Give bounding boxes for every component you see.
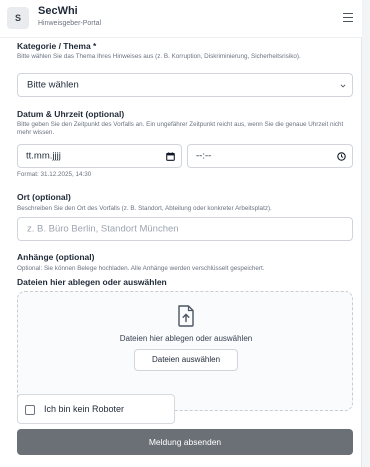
- choose-files-button[interactable]: Dateien auswählen: [134, 349, 238, 371]
- datetime-format-hint: Format: 31.12.2025, 14:30: [17, 171, 92, 178]
- brand-subtitle: Hinweisgeber-Portal: [38, 20, 102, 27]
- time-input[interactable]: --:--: [187, 144, 353, 168]
- category-label: Kategorie / Thema *: [17, 41, 97, 51]
- hamburger-menu-icon[interactable]: [343, 13, 353, 22]
- file-upload-icon: [178, 305, 194, 327]
- category-select[interactable]: Bitte wählen: [17, 73, 353, 97]
- chevron-down-icon: [340, 84, 346, 88]
- calendar-icon[interactable]: [166, 152, 175, 161]
- attachments-hint: Optional: Sie können Belege hochladen. A…: [17, 265, 265, 272]
- page: S SecWhi Hinweisgeber-Portal Kategorie /…: [0, 0, 362, 467]
- file-dropzone[interactable]: Dateien hier ablegen oder auswählen Date…: [17, 291, 353, 411]
- captcha-box: Ich bin kein Roboter: [17, 394, 175, 424]
- logo: S: [7, 7, 29, 29]
- dropzone-text: Dateien hier ablegen oder auswählen: [119, 334, 253, 343]
- location-placeholder: z. B. Büro Berlin, Standort München: [27, 223, 179, 235]
- category-select-value: Bitte wählen: [27, 79, 79, 91]
- attachments-sublabel: Dateien hier ablegen oder auswählen: [17, 277, 167, 287]
- app-header: S SecWhi Hinweisgeber-Portal: [0, 0, 362, 38]
- brand-title: SecWhi: [38, 5, 78, 17]
- location-hint: Beschreiben Sie den Ort des Vorfalls (z.…: [17, 205, 272, 212]
- category-hint: Bitte wählen Sie das Thema Ihres Hinweis…: [17, 53, 301, 60]
- captcha-checkbox[interactable]: [25, 405, 35, 415]
- location-input[interactable]: z. B. Büro Berlin, Standort München: [17, 217, 353, 241]
- captcha-label: Ich bin kein Roboter: [44, 404, 125, 414]
- submit-button[interactable]: Meldung absenden: [17, 429, 353, 455]
- location-label: Ort (optional): [17, 192, 71, 202]
- datetime-hint: Bitte geben Sie den Zeitpunkt des Vorfal…: [17, 121, 344, 136]
- date-input[interactable]: tt.mm.jjjj: [17, 144, 182, 168]
- time-input-value: --:--: [196, 150, 212, 162]
- date-input-value: tt.mm.jjjj: [26, 150, 61, 162]
- attachments-label: Anhänge (optional): [17, 252, 95, 262]
- datetime-label: Datum & Uhrzeit (optional): [17, 109, 125, 119]
- clock-icon[interactable]: [337, 152, 346, 161]
